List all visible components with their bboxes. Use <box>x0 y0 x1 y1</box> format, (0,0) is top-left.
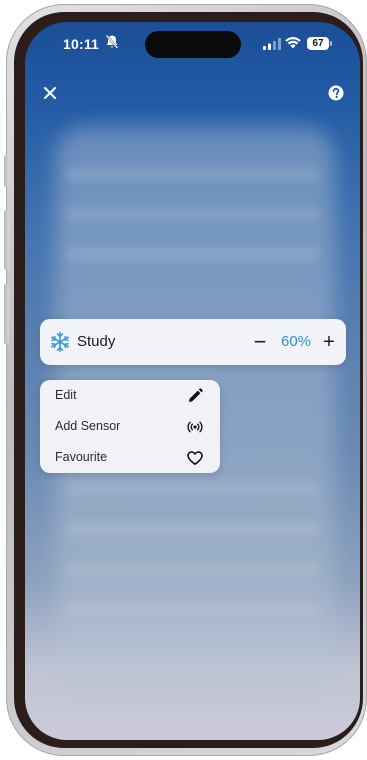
volume-down-button <box>4 284 9 344</box>
level-percent: 60% <box>280 333 312 350</box>
room-control-card[interactable]: Study − 60% + <box>40 319 346 365</box>
help-icon[interactable] <box>328 85 344 101</box>
close-icon[interactable] <box>43 86 57 100</box>
room-name: Study <box>77 333 116 350</box>
wifi-icon <box>285 37 301 49</box>
menu-item-label: Add Sensor <box>55 419 121 433</box>
dynamic-island <box>145 31 241 58</box>
status-time: 10:11 <box>63 36 100 52</box>
heart-icon <box>187 451 203 465</box>
cellular-signal-icon <box>263 38 281 50</box>
stage: 10:11 67 Study − 60% + Edit Add Sensor F… <box>0 0 367 760</box>
decrease-button[interactable]: − <box>249 328 271 356</box>
menu-item-label: Edit <box>55 388 77 402</box>
snowflake-icon <box>50 331 70 353</box>
menu-item-edit[interactable]: Edit <box>40 380 220 411</box>
menu-item-label: Favourite <box>55 450 108 464</box>
screen: 10:11 67 Study − 60% + Edit Add Sensor F… <box>25 22 360 740</box>
menu-item-add-sensor[interactable]: Add Sensor <box>40 411 220 442</box>
action-button <box>4 155 9 187</box>
increase-button[interactable]: + <box>318 328 340 356</box>
menu-item-favourite[interactable]: Favourite <box>40 442 220 473</box>
pencil-icon <box>189 388 203 402</box>
sensor-icon <box>187 421 203 433</box>
battery-indicator: 67 <box>307 37 329 50</box>
context-menu: Edit Add Sensor Favourite <box>40 380 220 473</box>
volume-up-button <box>4 210 9 270</box>
battery-tip <box>330 41 332 46</box>
bell-slash-icon <box>105 34 119 49</box>
